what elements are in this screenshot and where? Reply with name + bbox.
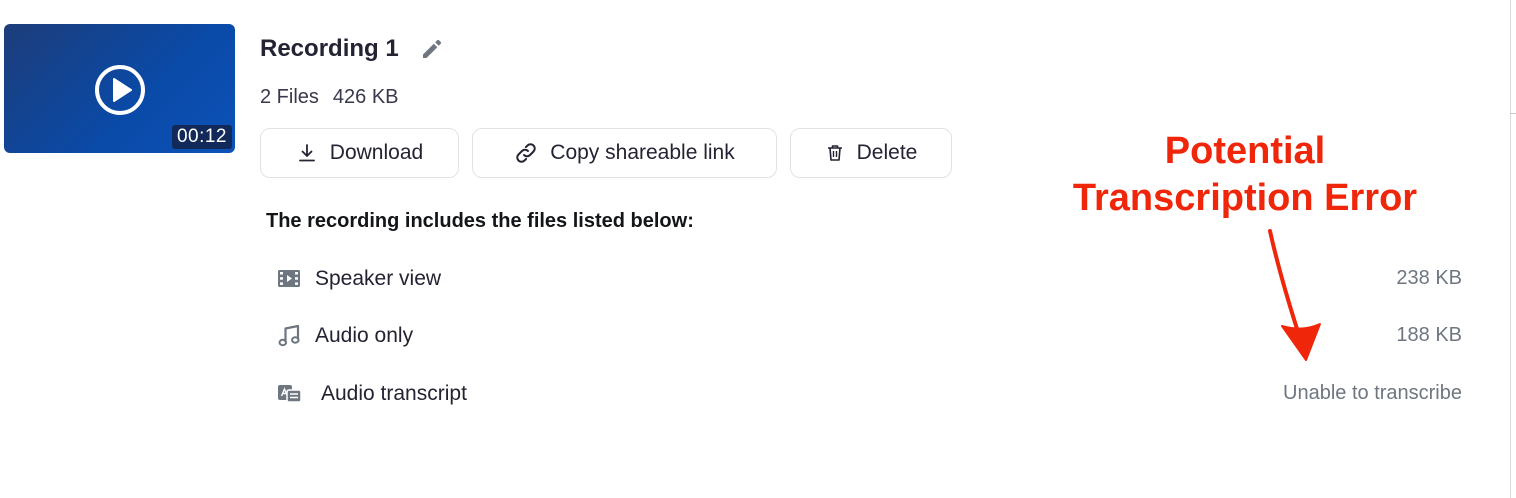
divider-tick (1510, 113, 1516, 114)
recording-title: Recording 1 (260, 35, 399, 62)
delete-label: Delete (856, 141, 918, 164)
recording-meta: 2 Files 426 KB (260, 86, 399, 109)
title-row: Recording 1 (260, 32, 445, 66)
edit-title-button[interactable] (419, 36, 445, 62)
annotation-line-2: Transcription Error (1072, 177, 1418, 219)
annotation-line-1: Potential (1164, 130, 1326, 172)
download-button[interactable]: Download (260, 128, 459, 178)
file-name: Speaker view (315, 267, 442, 290)
file-name: Audio transcript (321, 382, 467, 405)
copy-shareable-link-button[interactable]: Copy shareable link (472, 128, 777, 178)
duration-badge: 00:12 (171, 125, 232, 149)
delete-button[interactable]: Delete (790, 128, 952, 178)
pencil-icon (422, 39, 441, 58)
file-row-audio-transcript[interactable]: Audio transcript Unable to transcribe (276, 379, 1466, 409)
file-size: 188 KB (1396, 324, 1462, 346)
play-icon[interactable] (94, 64, 146, 116)
copy-link-label: Copy shareable link (550, 141, 735, 164)
link-icon (516, 143, 537, 163)
files-heading: The recording includes the files listed … (266, 210, 694, 232)
transcript-icon (278, 385, 302, 403)
file-name: Audio only (315, 324, 414, 347)
recording-thumbnail[interactable]: 00:12 (4, 24, 235, 153)
total-size: 426 KB (332, 86, 399, 108)
file-count: 2 Files (260, 86, 319, 108)
transcription-status: Unable to transcribe (1283, 382, 1462, 404)
download-icon (298, 144, 315, 162)
music-note-icon (278, 324, 300, 347)
trash-icon (827, 145, 842, 161)
annotation-text: Potential Transcription Error (1040, 128, 1450, 222)
download-label: Download (329, 141, 424, 164)
panel-divider (1510, 0, 1511, 498)
video-icon (278, 270, 300, 287)
annotation-arrow-icon (1268, 229, 1321, 361)
file-size: 238 KB (1396, 267, 1462, 289)
